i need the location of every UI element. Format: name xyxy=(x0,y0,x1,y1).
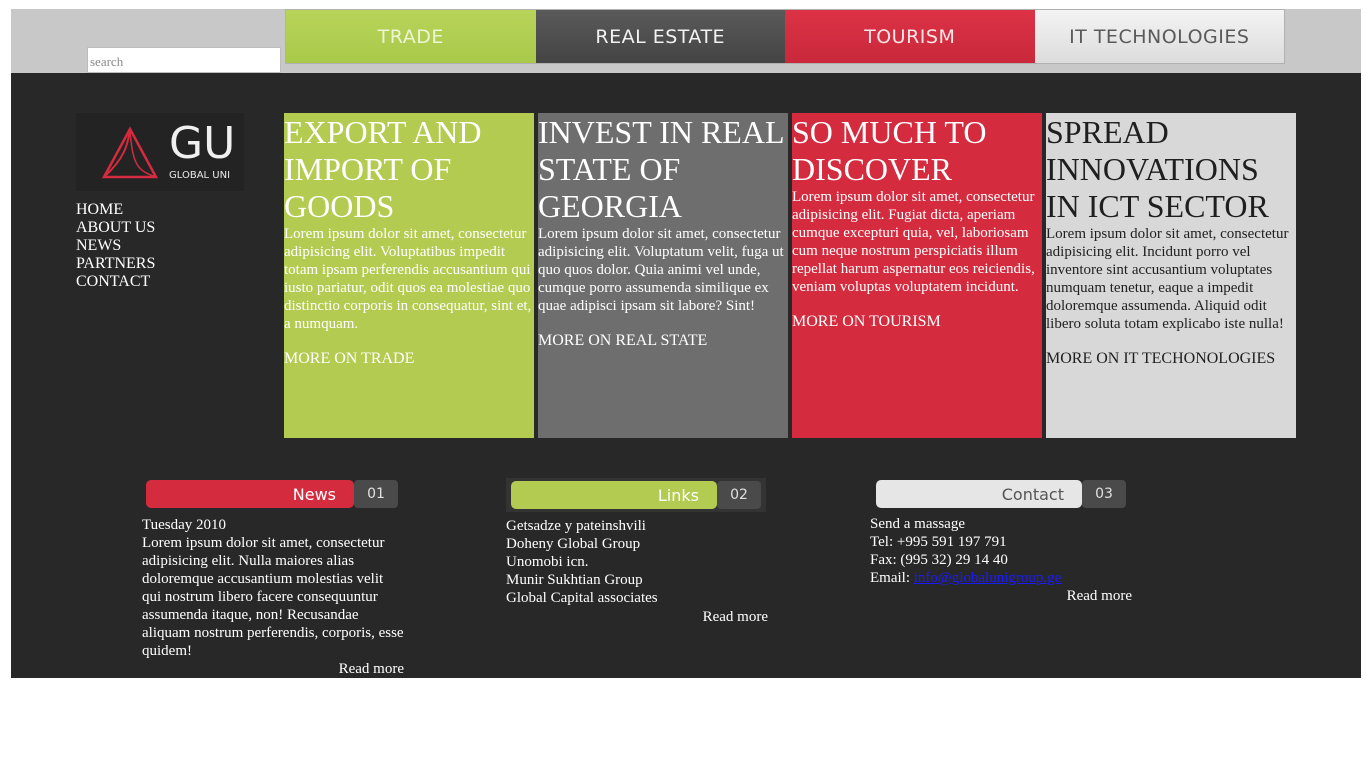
links-badge-label: Links xyxy=(511,481,717,509)
panel-trade: EXPORT AND IMPORT OF GOODS Lorem ipsum d… xyxy=(284,113,534,438)
panel-title: INVEST IN REAL STATE OF GEORGIA xyxy=(538,114,784,224)
panel-title: SPREAD INNOVATIONS IN ICT SECTOR xyxy=(1046,114,1269,224)
contact-email-row: Email: info@globalunigroup.ge xyxy=(870,569,1132,587)
nav-news[interactable]: NEWS xyxy=(76,237,155,255)
news-badge-number: 01 xyxy=(354,480,398,508)
news-text: Lorem ipsum dolor sit amet, consectetur … xyxy=(142,535,404,659)
contact-section: Send a massage Tel: +995 591 197 791 Fax… xyxy=(870,515,1132,605)
panel-tourism: SO MUCH TO DISCOVER Lorem ipsum dolor si… xyxy=(792,113,1042,438)
tab-trade[interactable]: TRADE xyxy=(286,10,536,63)
more-on-real-state-link[interactable]: MORE ON REAL STATE xyxy=(538,332,788,350)
contact-badge-label: Contact xyxy=(876,480,1082,508)
triangle-logo-icon xyxy=(101,126,159,179)
news-section: Tuesday 2010 Lorem ipsum dolor sit amet,… xyxy=(142,516,404,678)
panel-body: Lorem ipsum dolor sit amet, consectetur … xyxy=(1046,226,1289,332)
tab-real-estate[interactable]: REAL ESTATE xyxy=(535,10,785,63)
panel-body: Lorem ipsum dolor sit amet, consectetur … xyxy=(538,226,784,314)
tab-tourism[interactable]: TOURISM xyxy=(785,10,1035,63)
panel-title: EXPORT AND IMPORT OF GOODS xyxy=(284,114,482,224)
panel-it: SPREAD INNOVATIONS IN ICT SECTOR Lorem i… xyxy=(1046,113,1296,438)
panel-body: Lorem ipsum dolor sit amet, consectetur … xyxy=(284,226,532,332)
more-on-it-link[interactable]: MORE ON IT TECHONOLOGIES xyxy=(1046,350,1296,368)
contact-tel: Tel: +995 591 197 791 xyxy=(870,534,1007,550)
more-on-trade-link[interactable]: MORE ON TRADE xyxy=(284,350,534,368)
panel-title: SO MUCH TO DISCOVER xyxy=(792,114,987,187)
links-badge: Links 02 xyxy=(506,478,766,512)
more-on-tourism-link[interactable]: MORE ON TOURISM xyxy=(792,313,1042,331)
link-item[interactable]: Munir Sukhtian Group xyxy=(506,571,768,589)
links-badge-number: 02 xyxy=(717,481,761,509)
badge-arrow-icon xyxy=(346,487,354,501)
logo-mark: GU xyxy=(169,118,236,169)
tab-it-technologies[interactable]: IT TECHNOLOGIES xyxy=(1034,10,1284,63)
contact-email-link[interactable]: info@globalunigroup.ge xyxy=(914,570,1062,586)
panel-real-estate: INVEST IN REAL STATE OF GEORGIA Lorem ip… xyxy=(538,113,788,438)
logo-caption: GLOBAL UNI xyxy=(169,170,231,181)
contact-badge: Contact 03 xyxy=(870,477,1126,511)
links-read-more-link[interactable]: Read more xyxy=(506,608,768,626)
link-item[interactable]: Doheny Global Group xyxy=(506,535,768,553)
contact-fax: Fax: (995 32) 29 14 40 xyxy=(870,552,1008,568)
contact-read-more-link[interactable]: Read more xyxy=(870,587,1132,605)
links-section: Getsadze y pateinshvili Doheny Global Gr… xyxy=(506,517,768,626)
news-badge-label: News xyxy=(146,480,354,508)
search-input[interactable] xyxy=(87,47,281,73)
panel-body: Lorem ipsum dolor sit amet, consectetur … xyxy=(792,189,1035,295)
news-badge: News 01 xyxy=(146,477,398,511)
category-tabs: TRADE REAL ESTATE TOURISM IT TECHNOLOGIE… xyxy=(285,9,1285,64)
nav-partners[interactable]: PARTNERS xyxy=(76,255,155,273)
link-item[interactable]: Getsadze y pateinshvili xyxy=(506,517,768,535)
main-nav: HOME ABOUT US NEWS PARTNERS CONTACT xyxy=(76,201,155,291)
nav-contact[interactable]: CONTACT xyxy=(76,273,155,291)
logo[interactable]: GU GLOBAL UNI xyxy=(76,113,244,191)
nav-about-us[interactable]: ABOUT US xyxy=(76,219,155,237)
link-item[interactable]: Global Capital associates xyxy=(506,589,768,607)
contact-email-label: Email: xyxy=(870,570,910,586)
link-item[interactable]: Unomobi icn. xyxy=(506,553,768,571)
news-read-more-link[interactable]: Read more xyxy=(142,660,404,678)
contact-badge-number: 03 xyxy=(1082,480,1126,508)
contact-heading: Send a massage xyxy=(870,516,965,532)
news-date: Tuesday 2010 xyxy=(142,517,227,533)
nav-home[interactable]: HOME xyxy=(76,201,155,219)
